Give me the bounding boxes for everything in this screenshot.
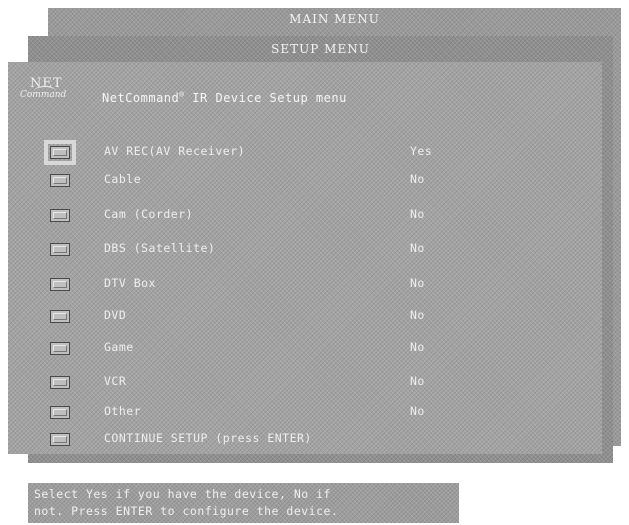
- device-value[interactable]: No: [410, 276, 425, 290]
- device-value[interactable]: No: [410, 241, 425, 255]
- device-row-vcr[interactable]: VCR No: [8, 372, 602, 394]
- device-checkbox[interactable]: [50, 278, 70, 291]
- device-checkbox[interactable]: [50, 243, 70, 256]
- device-label: Cable: [104, 172, 142, 186]
- ir-device-setup-panel: NET Command NetCommand® IR Device Setup …: [8, 62, 602, 454]
- device-row-dtv-box[interactable]: DTV Box No: [8, 274, 602, 296]
- ir-setup-title-suffix: IR Device Setup menu: [184, 91, 347, 105]
- device-row-other[interactable]: Other No: [8, 402, 602, 424]
- device-value[interactable]: No: [410, 374, 425, 388]
- continue-checkbox[interactable]: [50, 433, 70, 446]
- device-label: Game: [104, 340, 134, 354]
- device-row-cable[interactable]: Cable No: [8, 170, 602, 192]
- device-value[interactable]: No: [410, 340, 425, 354]
- device-label: DTV Box: [104, 276, 156, 290]
- device-value[interactable]: No: [410, 172, 425, 186]
- device-row-camcorder[interactable]: Cam (Corder) No: [8, 205, 602, 227]
- device-label: AV REC(AV Receiver): [104, 144, 246, 158]
- device-label: DVD: [104, 308, 127, 322]
- continue-setup-row[interactable]: CONTINUE SETUP (press ENTER): [8, 429, 602, 451]
- netcommand-logo-icon: NET Command: [20, 76, 67, 106]
- device-checkbox[interactable]: [50, 406, 70, 419]
- device-row-av-receiver[interactable]: AV REC(AV Receiver) Yes: [8, 140, 602, 165]
- logo-text-bottom: Command: [20, 90, 67, 100]
- setup-menu-title: SETUP MENU: [271, 42, 370, 56]
- device-checkbox[interactable]: [50, 310, 70, 323]
- device-row-satellite[interactable]: DBS (Satellite) No: [8, 239, 602, 261]
- device-label: VCR: [104, 374, 127, 388]
- device-row-dvd[interactable]: DVD No: [8, 306, 602, 328]
- device-value[interactable]: Yes: [410, 144, 432, 158]
- device-checkbox[interactable]: [50, 209, 70, 222]
- device-checkbox[interactable]: [50, 342, 70, 355]
- device-label: DBS (Satellite): [104, 241, 216, 255]
- main-menu-title: MAIN MENU: [289, 12, 380, 26]
- help-text-box: Select Yes if you have the device, No if…: [28, 483, 459, 523]
- continue-setup-label[interactable]: CONTINUE SETUP (press ENTER): [104, 431, 312, 445]
- device-label: Cam (Corder): [104, 207, 194, 221]
- device-value[interactable]: No: [410, 207, 425, 221]
- device-checkbox[interactable]: [50, 376, 70, 389]
- device-row-game[interactable]: Game No: [8, 338, 602, 360]
- ir-setup-title-brand: NetCommand: [102, 91, 180, 105]
- help-line-2: not. Press ENTER to configure the device…: [34, 504, 339, 518]
- device-checkbox[interactable]: [50, 174, 70, 187]
- device-value[interactable]: No: [410, 308, 425, 322]
- device-value[interactable]: No: [410, 404, 425, 418]
- device-label: Other: [104, 404, 142, 418]
- help-line-1: Select Yes if you have the device, No if: [34, 487, 331, 501]
- device-checkbox[interactable]: [44, 140, 76, 165]
- ir-setup-title: NetCommand® IR Device Setup menu: [102, 90, 347, 105]
